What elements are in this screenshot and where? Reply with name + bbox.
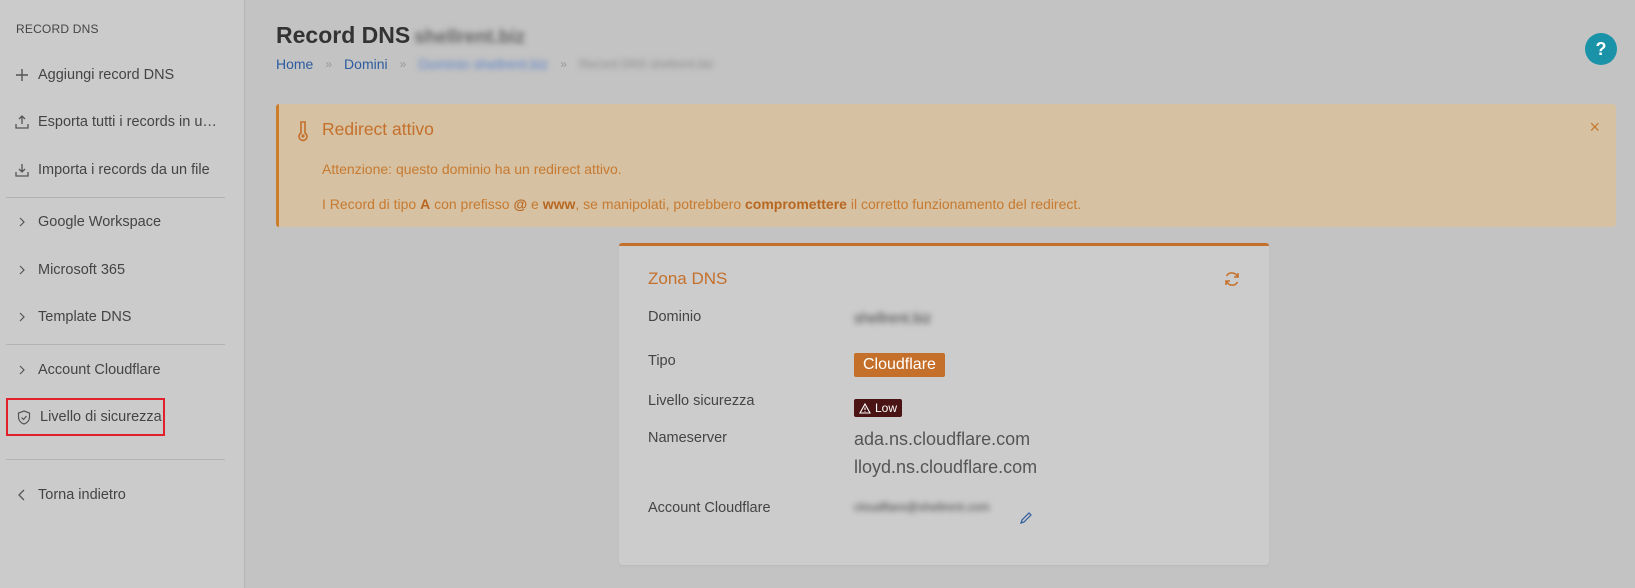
sidebar-item-label: Microsoft 365 <box>38 262 126 278</box>
sidebar-divider <box>6 459 225 460</box>
import-icon <box>6 163 38 177</box>
breadcrumb-current: Record DNS shellrent.biz <box>578 57 714 71</box>
pencil-icon[interactable] <box>1019 511 1033 525</box>
sidebar-item-back[interactable]: Torna indietro <box>6 478 226 512</box>
alert-title: Redirect attivo <box>322 119 434 139</box>
chevron-right-icon <box>6 265 38 275</box>
sidebar-divider <box>6 344 225 345</box>
sidebar-heading: RECORD DNS <box>16 22 99 36</box>
alert-bold: compromettere <box>745 196 847 212</box>
sidebar-item-label: Account Cloudflare <box>38 362 161 378</box>
sidebar-item-label: Esporta tutti i records in un file <box>38 114 222 130</box>
breadcrumb-domini[interactable]: Domini <box>344 56 388 72</box>
page-title-domain: shellrent.biz <box>414 27 526 48</box>
sidebar-item-label: Livello di sicurezza <box>40 409 162 425</box>
sidebar-item-import[interactable]: Importa i records da un file <box>6 153 226 187</box>
dominio-value: shellrent.biz <box>854 311 932 327</box>
nameserver-value: ada.ns.cloudflare.com <box>854 429 1031 449</box>
main-content: Record DNS shellrent.biz Home » Domini »… <box>245 0 1635 588</box>
sidebar-item-account-cloudflare[interactable]: Account Cloudflare <box>6 353 226 387</box>
nameserver-value: lloyd.ns.cloudflare.com <box>854 457 1038 477</box>
alert-bold: A <box>420 196 431 212</box>
breadcrumb-separator: » <box>399 57 407 71</box>
sidebar-item-label: Aggiungi record DNS <box>38 67 175 83</box>
account-cloudflare-value: cloudflare@shellrent.com <box>854 500 990 514</box>
sidebar-item-label: Importa i records da un file <box>38 162 210 178</box>
alert-text: il corretto funzionamento del redirect. <box>846 196 1082 212</box>
sidebar-item-label: Template DNS <box>38 309 132 325</box>
page-title: Record DNS shellrent.biz <box>276 22 525 49</box>
export-icon <box>6 115 38 129</box>
sidebar-item-add-record[interactable]: Aggiungi record DNS <box>6 58 226 92</box>
breadcrumb: Home » Domini » Dominio shellrent.biz » … <box>276 56 714 72</box>
security-level-value: Low <box>875 401 898 415</box>
sidebar: RECORD DNS Aggiungi record DNS Esporta t… <box>0 0 245 588</box>
livello-sicurezza-label: Livello sicurezza <box>648 393 755 409</box>
thermometer-icon <box>298 121 308 142</box>
sidebar-item-export[interactable]: Esporta tutti i records in un file <box>6 105 226 139</box>
redirect-alert: Redirect attivo Attenzione: questo domin… <box>276 104 1616 227</box>
warning-icon <box>859 402 871 414</box>
sidebar-item-microsoft-365[interactable]: Microsoft 365 <box>6 253 226 287</box>
alert-message: Attenzione: questo dominio ha un redirec… <box>322 161 622 177</box>
sidebar-item-security-level[interactable]: Livello di sicurezza <box>6 398 165 436</box>
alert-bold: @ <box>513 196 528 212</box>
close-icon[interactable]: × <box>1589 117 1600 138</box>
sidebar-item-label: Google Workspace <box>38 214 162 230</box>
account-cloudflare-label: Account Cloudflare <box>648 500 771 516</box>
sidebar-item-google-workspace[interactable]: Google Workspace <box>6 205 226 239</box>
chevron-right-icon <box>6 365 38 375</box>
help-button[interactable]: ? <box>1585 33 1617 65</box>
breadcrumb-domain[interactable]: Dominio shellrent.biz <box>418 56 548 72</box>
breadcrumb-separator: » <box>325 57 333 71</box>
alert-text: con prefisso <box>430 196 514 212</box>
breadcrumb-home[interactable]: Home <box>276 56 313 72</box>
page-title-text: Record DNS <box>276 22 411 48</box>
breadcrumb-separator: » <box>560 57 567 71</box>
card-title: Zona DNS <box>648 269 728 288</box>
dns-zone-card: Zona DNS Dominio shellrent.biz Tipo Clou… <box>619 243 1269 565</box>
plus-icon <box>6 69 38 81</box>
chevron-right-icon <box>6 312 38 322</box>
chevron-right-icon <box>6 217 38 227</box>
security-level-badge: Low <box>854 399 903 417</box>
sidebar-item-label: Torna indietro <box>38 487 126 503</box>
alert-text: , se manipolati, potrebbero <box>575 196 746 212</box>
shield-icon <box>8 409 40 425</box>
alert-text: I Record di tipo <box>322 196 421 212</box>
chevron-left-icon <box>6 489 38 501</box>
refresh-icon[interactable] <box>1223 270 1241 288</box>
tipo-badge: Cloudflare <box>854 353 945 377</box>
alert-text: e <box>527 196 543 212</box>
dominio-label: Dominio <box>648 309 702 325</box>
alert-bold: www <box>542 196 576 212</box>
sidebar-divider <box>6 197 225 198</box>
sidebar-item-template-dns[interactable]: Template DNS <box>6 300 226 334</box>
tipo-label: Tipo <box>648 353 676 369</box>
alert-detail: I Record di tipo A con prefisso @ e www,… <box>322 196 1081 212</box>
nameserver-label: Nameserver <box>648 430 727 446</box>
